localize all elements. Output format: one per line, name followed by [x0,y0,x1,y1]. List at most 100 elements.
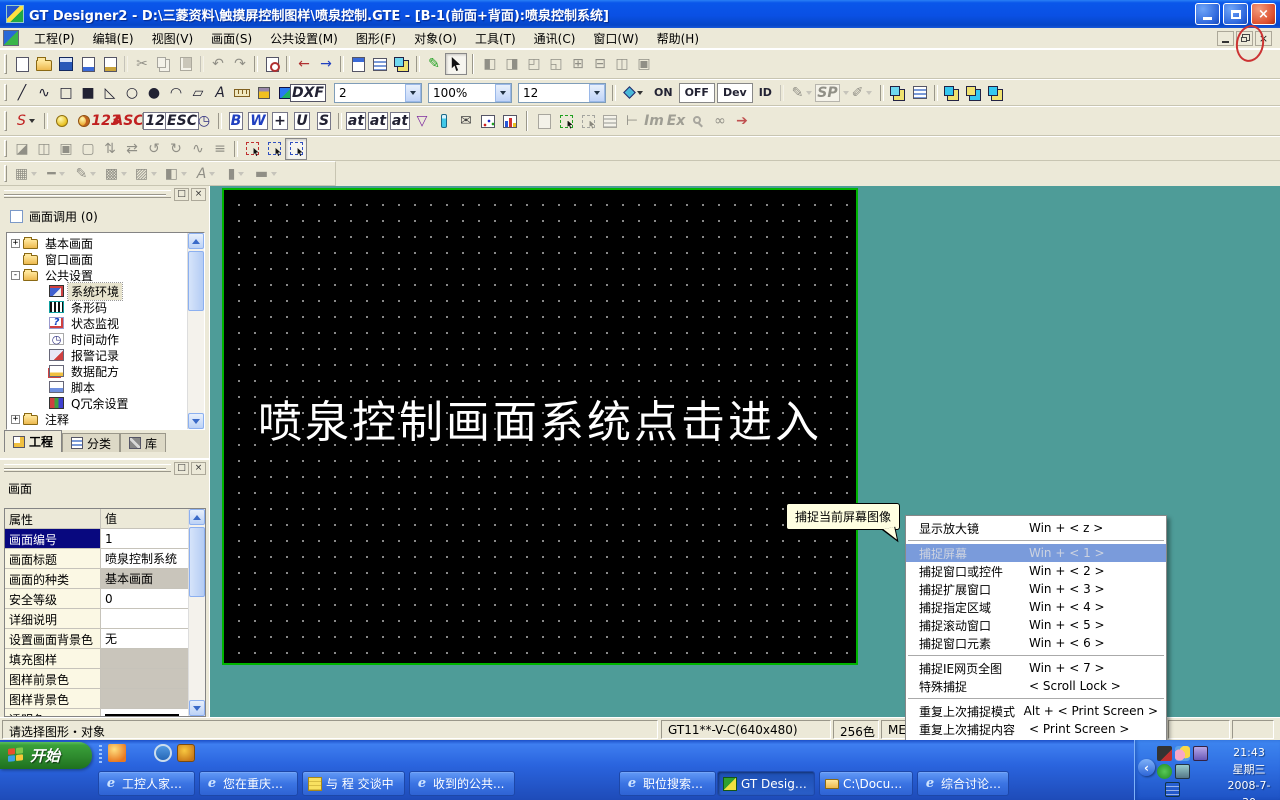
move-back-icon[interactable]: ◫ [33,138,55,160]
stamp-pen-icon[interactable]: ✎ [787,82,817,104]
panel-close-button[interactable]: × [191,188,206,201]
prop-pattern-fg[interactable]: 图样前景色 [5,669,188,689]
open-file-icon[interactable] [33,53,55,75]
layer-all-icon[interactable] [985,82,1007,104]
tree-item-comment[interactable]: + 注释 [11,411,187,427]
minimize-button[interactable] [1195,3,1220,25]
touchkey-bit-icon[interactable]: at [345,110,367,132]
prop-bg-color[interactable]: 设置画面背景色 无 [5,629,188,649]
data-list-view-icon[interactable] [599,110,621,132]
layer-back-icon[interactable] [963,82,985,104]
ctx-capture-ie[interactable]: 捕捉IE网页全图 Win + < 7 > [906,659,1166,677]
same-height-icon[interactable]: ▣ [633,53,655,75]
ql-tiger-app[interactable] [177,744,195,762]
line-style-icon[interactable]: ━ [41,163,71,185]
scroll-track[interactable] [189,525,205,700]
screen-design-canvas[interactable]: 喷泉控制画面系统点击进入 [222,188,858,665]
panel-maximize-button[interactable]: □ [174,462,189,475]
touchkey-word-icon[interactable]: at [367,110,389,132]
ctx-capture-screen[interactable]: 捕捉屏幕 Win + < 1 > [906,544,1166,562]
switch-icon[interactable]: S [11,110,41,132]
prop-transparent-color[interactable]: 透明色 [5,709,188,716]
line-width-combo[interactable]: 2 [334,83,422,103]
prop-screen-title[interactable]: 画面标题 喷泉控制系统 [5,549,188,569]
ql-media-player[interactable] [108,744,126,762]
bit-lamp-icon[interactable] [51,110,73,132]
tree-item-script[interactable]: 脚本 [11,379,187,395]
dxf-import-icon[interactable]: DXF [297,82,319,104]
arc-tool-icon[interactable]: ◠ [165,82,187,104]
prop-fill-pattern[interactable]: 填充图样 [5,649,188,669]
ctx-capture-extended[interactable]: 捕捉扩展窗口 Win + < 3 > [906,580,1166,598]
undo-icon[interactable]: ↶ [207,53,229,75]
tree-item-basic-screens[interactable]: + 基本画面 [11,235,187,251]
tree-item-window-screens[interactable]: 窗口画面 [11,251,187,267]
screen-image-icon[interactable] [347,53,369,75]
select-frame-blue-icon[interactable] [263,138,285,160]
property-value[interactable]: 无 [101,629,188,648]
polygon-tool-icon[interactable]: ◺ [99,82,121,104]
off-preview-button[interactable]: OFF [679,83,715,103]
alarm-list-system-icon[interactable]: S [313,110,335,132]
tree-item-alarm-log[interactable]: 报警记录 [11,347,187,363]
select-object-icon[interactable] [555,110,577,132]
tray-icon-umbrella[interactable] [1193,764,1208,779]
scroll-up-icon[interactable] [188,233,204,249]
ctx-repeat-content[interactable]: 重复上次捕捉内容 < Print Screen > [906,720,1166,738]
alarm-list-user-icon[interactable]: U [291,110,313,132]
menu-window[interactable]: 窗口(W) [584,28,647,49]
chevron-down-icon[interactable] [405,84,421,102]
group-icon[interactable]: ▣ [55,138,77,160]
rect-tool-icon[interactable]: □ [55,82,77,104]
ungroup-icon[interactable]: ▢ [77,138,99,160]
next-screen-icon[interactable]: → [315,53,337,75]
screen-copy-icon[interactable] [391,53,413,75]
property-value[interactable] [101,709,188,716]
menu-edit[interactable]: 编辑(E) [84,28,143,49]
meter-display-icon[interactable]: ▽ [411,110,433,132]
ctx-capture-element[interactable]: 捕捉窗口元素 Win + < 6 > [906,634,1166,652]
export-icon[interactable]: Ex [665,110,687,132]
parts-display-icon[interactable]: ✉ [455,110,477,132]
select-frame-circle-icon[interactable] [285,138,307,160]
ql-desktop[interactable] [200,744,218,762]
mdi-minimize-button[interactable] [1217,31,1234,46]
panel-grip[interactable]: □ × [4,464,206,472]
stamp-brush-icon[interactable]: ✐ [847,82,877,104]
tray-icon-qq[interactable] [1175,746,1190,761]
panel-close-button[interactable]: × [191,462,206,475]
ctx-sep-1[interactable] [906,537,1166,544]
save-icon[interactable] [55,53,77,75]
menu-project[interactable]: 工程(P) [25,28,84,49]
circle-tool-icon[interactable]: ○ [121,82,143,104]
trend-graph-icon[interactable] [477,110,499,132]
on-preview-button[interactable]: ON [649,83,678,103]
preview-icon[interactable] [261,53,283,75]
tab-project[interactable]: 工程 [4,430,62,452]
toolbar-grip[interactable] [4,165,7,181]
ql-messenger[interactable] [154,744,172,762]
font-size-combo[interactable]: 12 [518,83,606,103]
ctx-capture-window[interactable]: 捕捉窗口或控件 Win + < 2 > [906,562,1166,580]
fill-color-icon[interactable] [619,82,649,104]
maximize-button[interactable] [1223,3,1248,25]
ctx-capture-region[interactable]: 捕捉指定区域 Win + < 4 > [906,598,1166,616]
prop-description[interactable]: 详细说明 [5,609,188,629]
flip-vertical-icon[interactable]: ⇅ [99,138,121,160]
text-color-icon[interactable]: A [191,163,221,185]
property-value[interactable]: 喷泉控制系统 [101,549,188,568]
screen-call-checkbox[interactable] [10,210,23,223]
tray-icon-thunder[interactable] [1165,782,1180,797]
redo-icon[interactable]: ↷ [229,53,251,75]
data-list-icon[interactable] [909,82,931,104]
select-frame-red-icon[interactable] [241,138,263,160]
grid-style-icon[interactable]: ▦ [11,163,41,185]
prop-security-level[interactable]: 安全等级 0 [5,589,188,609]
scroll-up-icon[interactable] [189,509,205,525]
zoom-combo[interactable]: 100% [428,83,512,103]
sector-tool-icon[interactable]: ▱ [187,82,209,104]
cut-icon[interactable]: ✂ [131,53,153,75]
line-color-icon[interactable]: ✎ [71,163,101,185]
scroll-thumb[interactable] [188,251,204,311]
tree-item-time-action[interactable]: ◷ 时间动作 [11,331,187,347]
